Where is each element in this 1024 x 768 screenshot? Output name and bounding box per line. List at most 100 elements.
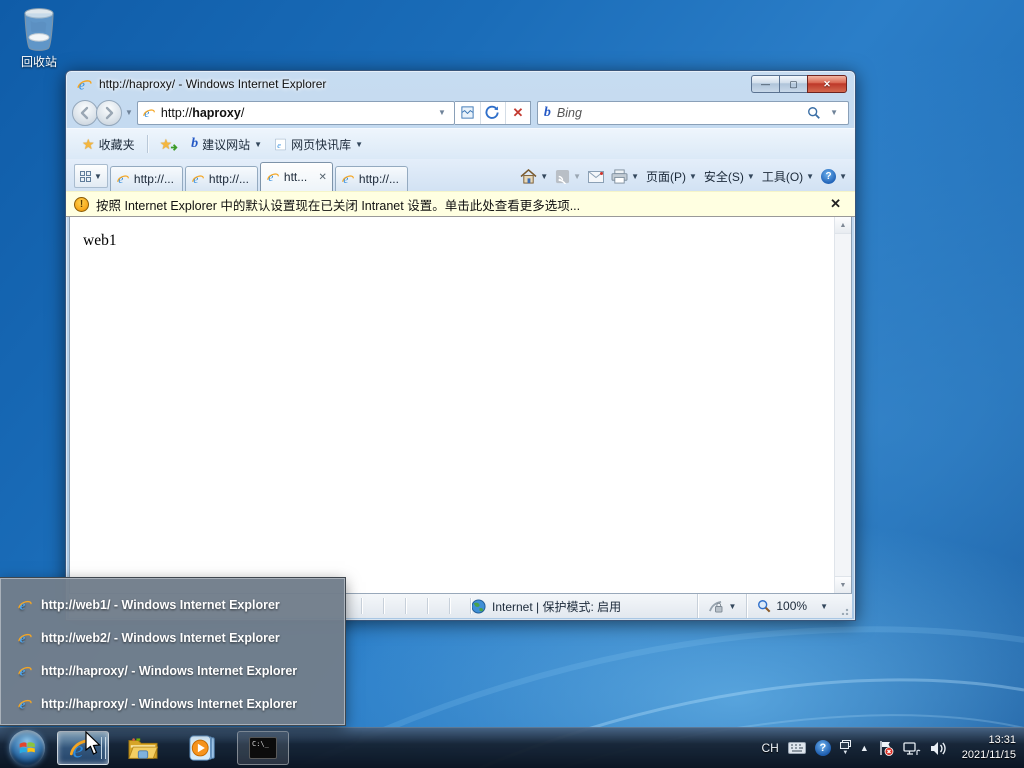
show-hidden-icons-button[interactable]: ▲ — [860, 743, 869, 753]
favorites-button[interactable]: ★ 收藏夹 — [76, 133, 141, 156]
minimize-button[interactable]: — — [751, 75, 779, 93]
maximize-icon: ▢ — [789, 79, 798, 90]
chevron-down-icon: ▼ — [573, 172, 581, 181]
volume-icon[interactable] — [930, 741, 947, 756]
suggested-sites-button[interactable]: b 建议网站 ▼ — [185, 133, 268, 156]
svg-text:e: e — [118, 174, 123, 186]
address-bar[interactable]: e http://haproxy/ ▼ — [137, 101, 455, 125]
svg-text:e: e — [144, 108, 149, 120]
taskbar-wmp-button[interactable] — [177, 731, 229, 765]
folder-icon — [128, 736, 158, 760]
stop-button[interactable]: ✕ — [505, 102, 530, 124]
information-bar[interactable]: ! 按照 Internet Explorer 中的默认设置现在已关闭 Intra… — [66, 191, 855, 217]
ie-icon: e — [17, 696, 33, 712]
recent-pages-chevron[interactable]: ▼ — [125, 108, 133, 117]
minimize-icon: — — [761, 79, 770, 89]
chevron-down-icon: ▼ — [806, 172, 814, 181]
address-dropdown-chevron[interactable]: ▼ — [438, 108, 446, 117]
information-bar-close-icon[interactable]: ✕ — [824, 196, 847, 212]
zoom-level: 100% — [776, 599, 807, 613]
ie-icon: e — [17, 663, 33, 679]
tab-label: http://... — [359, 172, 399, 186]
tab-4[interactable]: e http://... — [335, 166, 408, 191]
page-ie-icon: e — [142, 106, 156, 120]
home-button[interactable]: ▼ — [520, 169, 548, 184]
bing-logo-icon: b — [544, 105, 551, 121]
taskbar-explorer-button[interactable] — [117, 731, 169, 765]
chevron-down-icon: ▼ — [254, 140, 262, 149]
windows-logo-icon — [9, 730, 45, 766]
compatibility-view-button[interactable] — [455, 102, 480, 124]
svg-text:e: e — [193, 174, 198, 186]
page-content: web1 ▲ ▼ — [69, 217, 852, 593]
search-box[interactable]: b Bing ▼ — [537, 101, 849, 125]
web-slices-button[interactable]: e 网页快讯库 ▼ — [268, 133, 369, 156]
tab-list-chevron[interactable]: ▼ — [94, 172, 102, 181]
tray-time: 13:31 — [962, 733, 1016, 748]
close-button[interactable]: ✕ — [807, 75, 847, 93]
restore-windows-tray-icon[interactable]: ▼ — [840, 740, 851, 756]
print-button[interactable]: ▼ — [611, 169, 639, 184]
window-list-item-3[interactable]: e http://haproxy/ - Windows Internet Exp… — [1, 654, 344, 687]
forward-button[interactable] — [96, 100, 122, 126]
cmd-icon: C:\_ — [249, 737, 277, 759]
chevron-down-icon: ▼ — [631, 172, 639, 181]
url-prefix: http:// — [161, 106, 192, 120]
zoom-control[interactable]: 100% ▼ — [746, 594, 838, 618]
action-center-flag-icon[interactable] — [878, 740, 894, 756]
tab-1[interactable]: e http://... — [110, 166, 183, 191]
search-options-chevron[interactable]: ▼ — [830, 108, 838, 117]
window-list-item-label: http://web1/ - Windows Internet Explorer — [41, 598, 280, 612]
tab-3-active[interactable]: e htt... ✕ — [260, 162, 333, 191]
maximize-button[interactable]: ▢ — [779, 75, 807, 93]
taskbar-ie-button[interactable]: e — [57, 731, 109, 765]
chevron-down-icon: ▼ — [839, 172, 847, 181]
mail-icon — [588, 171, 604, 183]
zone-text: Internet | 保护模式: 启用 — [492, 598, 621, 615]
page-menu-button[interactable]: 页面(P) ▼ — [646, 168, 697, 185]
tab-2[interactable]: e http://... — [185, 166, 258, 191]
refresh-button[interactable] — [480, 102, 505, 124]
keyboard-icon[interactable] — [788, 742, 806, 754]
title-bar[interactable]: e http://haproxy/ - Windows Internet Exp… — [66, 71, 855, 97]
tab-ie-icon: e — [116, 172, 130, 186]
read-mail-button[interactable] — [588, 171, 604, 183]
help-menu-button[interactable]: ? ▼ — [821, 169, 847, 184]
search-icon[interactable] — [807, 106, 821, 120]
input-language-indicator[interactable]: CH — [761, 741, 778, 755]
feeds-button[interactable]: ▼ — [555, 169, 581, 184]
stacked-windows-indicator — [101, 737, 106, 759]
back-button[interactable] — [72, 100, 98, 126]
vertical-scrollbar[interactable]: ▲ ▼ — [834, 217, 851, 593]
scroll-down-icon: ▼ — [840, 582, 847, 589]
window-list-item-2[interactable]: e http://web2/ - Windows Internet Explor… — [1, 621, 344, 654]
window-list-item-label: http://haproxy/ - Windows Internet Explo… — [41, 697, 297, 711]
add-to-favorites-bar-button[interactable]: ★ — [154, 133, 186, 156]
rss-icon — [555, 169, 570, 184]
resize-grip[interactable] — [838, 594, 852, 618]
protected-mode-button[interactable]: ▼ — [697, 594, 746, 618]
scroll-up-button[interactable]: ▲ — [835, 217, 851, 234]
tab-close-icon[interactable]: ✕ — [319, 172, 327, 183]
recycle-bin[interactable]: 回收站 — [10, 6, 68, 70]
clock[interactable]: 13:31 2021/11/15 — [956, 733, 1016, 764]
help-tray-icon[interactable]: ? — [815, 740, 831, 756]
recycle-bin-icon — [17, 6, 61, 52]
security-menu-button[interactable]: 安全(S) ▼ — [704, 168, 755, 185]
forward-arrow-icon — [102, 106, 116, 120]
recycle-bin-label: 回收站 — [10, 53, 68, 70]
quick-tabs-button[interactable]: ▼ — [74, 164, 108, 188]
window-list-item-4[interactable]: e http://haproxy/ - Windows Internet Exp… — [1, 687, 344, 720]
svg-text:e: e — [343, 174, 348, 186]
page-body-text: web1 — [70, 217, 851, 250]
window-title: http://haproxy/ - Windows Internet Explo… — [99, 77, 326, 91]
window-list-item-1[interactable]: e http://web1/ - Windows Internet Explor… — [1, 588, 344, 621]
tab-ie-icon: e — [191, 172, 205, 186]
url-suffix: / — [241, 106, 244, 120]
network-icon[interactable] — [903, 741, 921, 756]
scroll-down-button[interactable]: ▼ — [835, 576, 851, 593]
tools-menu-button[interactable]: 工具(O) ▼ — [762, 168, 814, 185]
start-button[interactable] — [5, 729, 49, 767]
taskbar-cmd-button[interactable]: C:\_ — [237, 731, 289, 765]
window-list-item-label: http://web2/ - Windows Internet Explorer — [41, 631, 280, 645]
